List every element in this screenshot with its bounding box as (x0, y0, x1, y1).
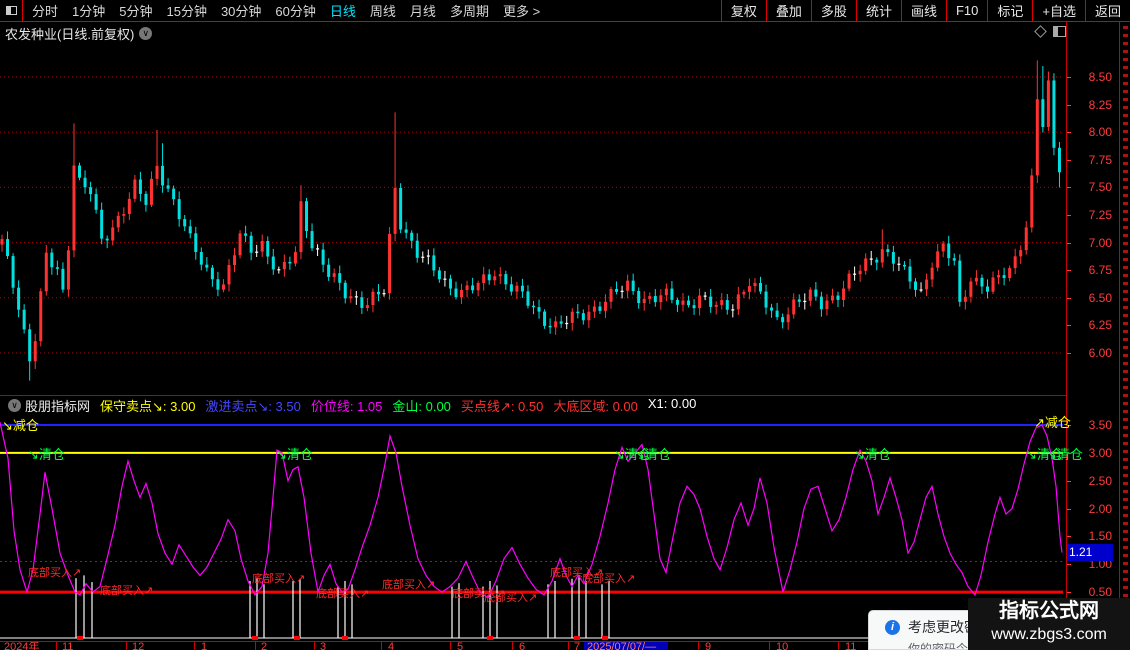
price-tick-label: 6.75 (1088, 263, 1112, 278)
indicator-param: 保守卖点↘: 3.00 (100, 398, 196, 414)
month-divider (126, 642, 127, 650)
last-value-badge: 1.21 (1066, 544, 1113, 561)
tool-item[interactable]: 叠加 (765, 0, 811, 22)
tool-item[interactable]: 返回 (1084, 0, 1130, 22)
month-divider (56, 642, 57, 650)
period-item[interactable]: 多周期 (450, 1, 489, 20)
date-label: 4 (388, 642, 395, 650)
candlestick-chart[interactable] (0, 44, 1063, 395)
right-edge-strip[interactable] (1119, 22, 1130, 650)
month-divider (698, 642, 699, 650)
price-tick-label: 6.25 (1088, 318, 1112, 333)
indicator-tick-label: 1.50 (1088, 529, 1112, 544)
indicator-param: 价位线: 1.05 (310, 398, 383, 414)
indicator-param: 买点线↗: 0.50 (460, 398, 544, 414)
chart-titlebar: 农发种业(日线.前复权) ∨ (0, 23, 1130, 43)
month-divider (255, 642, 256, 650)
indicator-tick-label: 0.50 (1088, 585, 1112, 600)
stock-title: 农发种业(日线.前复权) (5, 26, 135, 42)
indicator-chart[interactable] (0, 414, 1063, 641)
date-label: 5 (457, 642, 464, 650)
price-tick-label: 7.00 (1088, 235, 1112, 250)
layout-split-icon[interactable] (0, 0, 23, 22)
date-label: 12 (132, 642, 145, 650)
tool-item[interactable]: 复权 (720, 0, 766, 22)
axis-separator-line (1066, 22, 1067, 650)
panel-toggle-icon[interactable] (1053, 26, 1066, 37)
watermark: 指标公式网 www.zbgs3.com (968, 598, 1130, 650)
period-item[interactable]: 15分钟 (166, 1, 206, 20)
indicator-params: 保守卖点↘: 3.00 激进卖点↘: 3.50 价位线: 1.05 金山: 0.00 买… (100, 396, 696, 414)
info-icon: i (885, 619, 900, 635)
date-label: 6 (519, 642, 526, 650)
period-item[interactable]: 60分钟 (275, 1, 315, 20)
date-label: 7 (574, 642, 581, 650)
price-tick-label: 6.00 (1088, 346, 1112, 360)
date-label: 11 (62, 642, 74, 650)
price-tick-label: 8.50 (1088, 70, 1112, 84)
indicator-param: 大底区域: 0.00 (553, 398, 638, 414)
price-tick-label: 8.00 (1088, 125, 1112, 140)
date-label: 9 (705, 642, 712, 650)
chevron-down-icon[interactable]: ∨ (139, 26, 153, 40)
period-item[interactable]: 30分钟 (221, 1, 261, 20)
date-highlight: 2025/07/07/— (584, 642, 668, 650)
price-tick-label: 7.75 (1088, 152, 1112, 167)
watermark-title: 指标公式网 (999, 600, 1099, 622)
month-divider (512, 642, 513, 650)
tool-item[interactable]: 多股 (810, 0, 856, 22)
period-item[interactable]: 周线 (370, 1, 396, 20)
indicator-tick-label: 2.50 (1088, 473, 1112, 488)
period-item[interactable]: 更多 > (503, 1, 540, 20)
tool-item[interactable]: 画线 (900, 0, 946, 22)
watermark-url: www.zbgs3.com (991, 626, 1107, 643)
date-label: 10 (776, 642, 789, 650)
month-divider (314, 642, 315, 650)
indicator-param: 激进卖点↘: 3.50 (205, 398, 301, 414)
period-item[interactable]: 日线 (330, 1, 356, 20)
period-item[interactable]: 分时 (32, 1, 58, 20)
indicator-param: 金山: 0.00 (392, 398, 451, 414)
tool-item[interactable]: 统计 (855, 0, 901, 22)
date-label: 2024年 (4, 642, 40, 650)
month-divider (838, 642, 839, 650)
right-edge-strip-marks (1123, 26, 1128, 641)
tool-item[interactable]: F10 (945, 0, 987, 22)
price-tick-label: 7.25 (1088, 208, 1112, 222)
date-label: 1 (201, 642, 208, 650)
indicator-param: X1: 0.00 (647, 396, 697, 411)
top-toolbar: 分时 1分钟 5分钟 15分钟 30分钟 60分钟 日线 周线 月线 多周期 更多 > 复权 叠加 多股… (0, 0, 1130, 22)
month-divider (769, 642, 770, 650)
date-label: 3 (320, 642, 327, 650)
period-item[interactable]: 1分钟 (72, 1, 105, 20)
month-divider (450, 642, 451, 650)
date-label: 11 (845, 642, 857, 650)
collapse-icon[interactable]: ∨ (8, 398, 21, 412)
price-tick-label: 7.50 (1088, 180, 1112, 195)
indicator-tick-label: 3.00 (1088, 445, 1112, 460)
period-item[interactable]: 5分钟 (119, 1, 152, 20)
indicator-tick-label: 2.00 (1088, 501, 1112, 516)
indicator-source: ∨ 股朋指标网 (3, 396, 90, 414)
diamond-icon[interactable] (1034, 25, 1047, 38)
period-menu: 分时 1分钟 5分钟 15分钟 30分钟 60分钟 日线 周线 月线 多周期 更多 > (23, 1, 540, 20)
tool-item[interactable]: 标记 (987, 0, 1032, 22)
tools-menu: 复权 叠加 多股 统计 画线 F10 标记 +自选 返回 (720, 0, 1130, 22)
date-label: 2 (261, 642, 268, 650)
indicator-tick-label: 3.50 (1088, 418, 1112, 432)
month-divider (568, 642, 569, 650)
tool-item[interactable]: +自选 (1032, 0, 1085, 22)
month-divider (194, 642, 195, 650)
trading-app-window: 分时 1分钟 5分钟 15分钟 30分钟 60分钟 日线 周线 月线 多周期 更多 > 复权 叠加 多股… (0, 0, 1130, 650)
price-tick-label: 6.50 (1088, 290, 1112, 305)
period-item[interactable]: 月线 (410, 1, 436, 20)
price-tick-label: 8.25 (1088, 97, 1112, 112)
month-divider (381, 642, 382, 650)
panel-separator-line (0, 395, 1066, 396)
indicator-header: ∨ 股朋指标网 保守卖点↘: 3.00 激进卖点↘: 3.50 价位线: 1.05 金… (0, 396, 1063, 414)
